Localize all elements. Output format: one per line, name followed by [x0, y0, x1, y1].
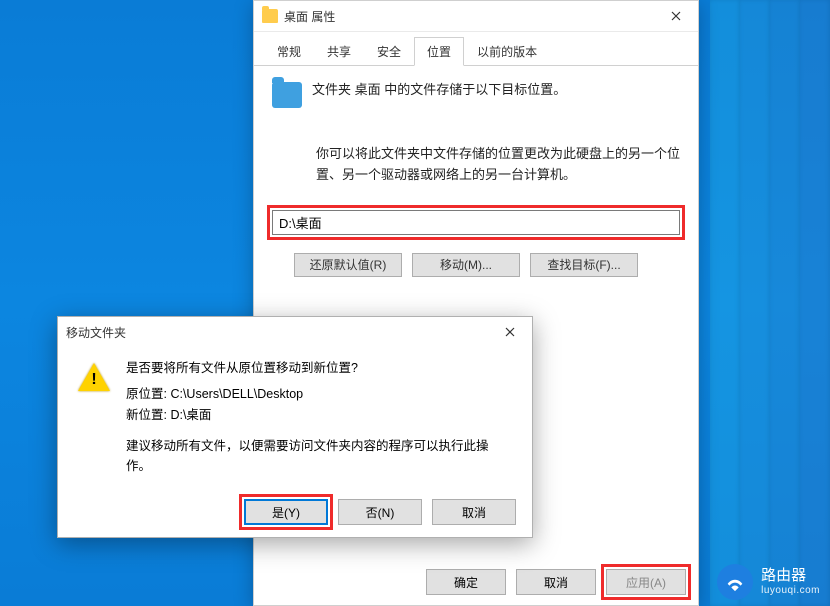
window-title: 桌面 属性: [284, 8, 335, 25]
restore-defaults-button[interactable]: 还原默认值(R): [294, 253, 402, 277]
location-description-1: 文件夹 桌面 中的文件存储于以下目标位置。: [312, 80, 566, 101]
folder-icon: [262, 9, 278, 23]
path-input[interactable]: D:\桌面: [272, 210, 680, 235]
move-button[interactable]: 移动(M)...: [412, 253, 520, 277]
dialog-titlebar[interactable]: 移动文件夹: [58, 317, 532, 347]
tab-previous-versions[interactable]: 以前的版本: [464, 37, 550, 66]
tab-security[interactable]: 安全: [364, 37, 414, 66]
dialog-orig-line: 原位置: C:\Users\DELL\Desktop: [126, 385, 512, 404]
decorative-stripes: [710, 0, 830, 606]
move-folder-dialog: 移动文件夹 ! 是否要将所有文件从原位置移动到新位置? 原位置: C:\User…: [57, 316, 533, 538]
tab-location[interactable]: 位置: [414, 37, 464, 66]
desktop-background: 桌面 属性 常规 共享 安全 位置 以前的版本 文件夹 桌面 中的文件存储于以下…: [0, 0, 830, 606]
location-tab-body: 文件夹 桌面 中的文件存储于以下目标位置。 你可以将此文件夹中文件存储的位置更改…: [254, 66, 698, 287]
dialog-advice: 建议移动所有文件，以便需要访问文件夹内容的程序可以执行此操作。: [126, 437, 512, 476]
no-button[interactable]: 否(N): [338, 499, 422, 525]
desktop-folder-icon: [272, 82, 302, 108]
properties-titlebar[interactable]: 桌面 属性: [254, 1, 698, 32]
tab-share[interactable]: 共享: [314, 37, 364, 66]
tab-strip: 常规 共享 安全 位置 以前的版本: [254, 32, 698, 66]
close-button[interactable]: [653, 1, 698, 31]
warning-icon: !: [78, 363, 110, 393]
properties-footer-buttons: 确定 取消 应用(A): [426, 569, 686, 595]
find-target-button[interactable]: 查找目标(F)...: [530, 253, 638, 277]
close-icon: [671, 11, 681, 21]
dialog-close-button[interactable]: [487, 317, 532, 347]
dialog-new-line: 新位置: D:\桌面: [126, 406, 512, 425]
tab-general[interactable]: 常规: [264, 37, 314, 66]
watermark-logo-icon: [717, 564, 753, 600]
yes-button[interactable]: 是(Y): [244, 499, 328, 525]
ok-button[interactable]: 确定: [426, 569, 506, 595]
apply-button[interactable]: 应用(A): [606, 569, 686, 595]
watermark: 路由器 luyouqi.com: [717, 564, 820, 600]
dialog-cancel-button[interactable]: 取消: [432, 499, 516, 525]
close-icon: [505, 327, 515, 337]
watermark-brand: 路由器: [761, 568, 820, 585]
cancel-button[interactable]: 取消: [516, 569, 596, 595]
dialog-question: 是否要将所有文件从原位置移动到新位置?: [126, 359, 512, 378]
location-description-2: 你可以将此文件夹中文件存储的位置更改为此硬盘上的另一个位置、另一个驱动器或网络上…: [316, 144, 680, 186]
watermark-domain: luyouqi.com: [761, 585, 820, 596]
dialog-title: 移动文件夹: [66, 324, 126, 341]
path-value: D:\桌面: [279, 213, 322, 232]
